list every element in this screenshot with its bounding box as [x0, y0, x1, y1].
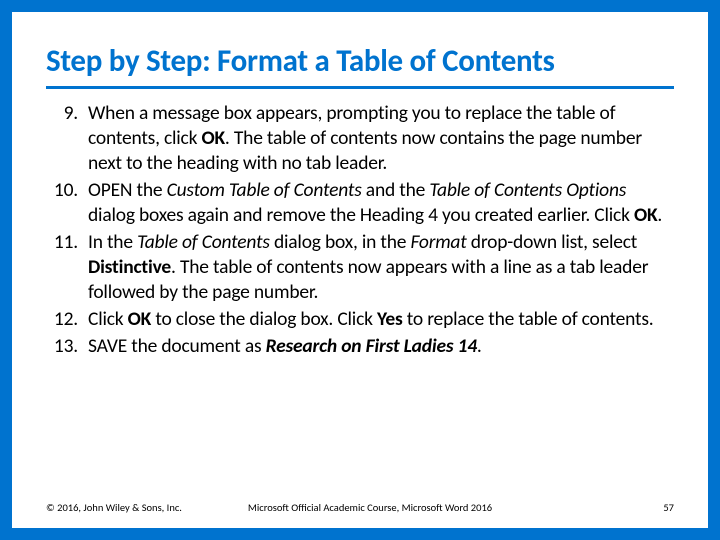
list-item: 13. SAVE the document as Research on Fir…	[46, 334, 674, 359]
step-text: OPEN the Custom Table of Contents and th…	[88, 178, 674, 228]
list-item: 12. Click OK to close the dialog box. Cl…	[46, 307, 674, 332]
steps-list: 9. When a message box appears, prompting…	[46, 101, 674, 359]
step-text: In the Table of Contents dialog box, in …	[88, 230, 674, 305]
footer-course: Microsoft Official Academic Course, Micr…	[182, 501, 663, 514]
list-item: 11. In the Table of Contents dialog box,…	[46, 230, 674, 305]
step-text: SAVE the document as Research on First L…	[88, 334, 674, 359]
step-number: 9.	[46, 101, 88, 176]
step-text: When a message box appears, prompting yo…	[88, 101, 674, 176]
step-number: 12.	[46, 307, 88, 332]
step-number: 10.	[46, 178, 88, 228]
slide: Step by Step: Format a Table of Contents…	[0, 0, 720, 540]
footer-page-number: 57	[663, 501, 674, 514]
step-number: 13.	[46, 334, 88, 359]
step-number: 11.	[46, 230, 88, 305]
step-text: Click OK to close the dialog box. Click …	[88, 307, 674, 332]
page-title: Step by Step: Format a Table of Contents	[46, 42, 674, 89]
footer-copyright: © 2016, John Wiley & Sons, Inc.	[46, 501, 182, 514]
footer: © 2016, John Wiley & Sons, Inc. Microsof…	[46, 501, 674, 514]
list-item: 9. When a message box appears, prompting…	[46, 101, 674, 176]
list-item: 10. OPEN the Custom Table of Contents an…	[46, 178, 674, 228]
